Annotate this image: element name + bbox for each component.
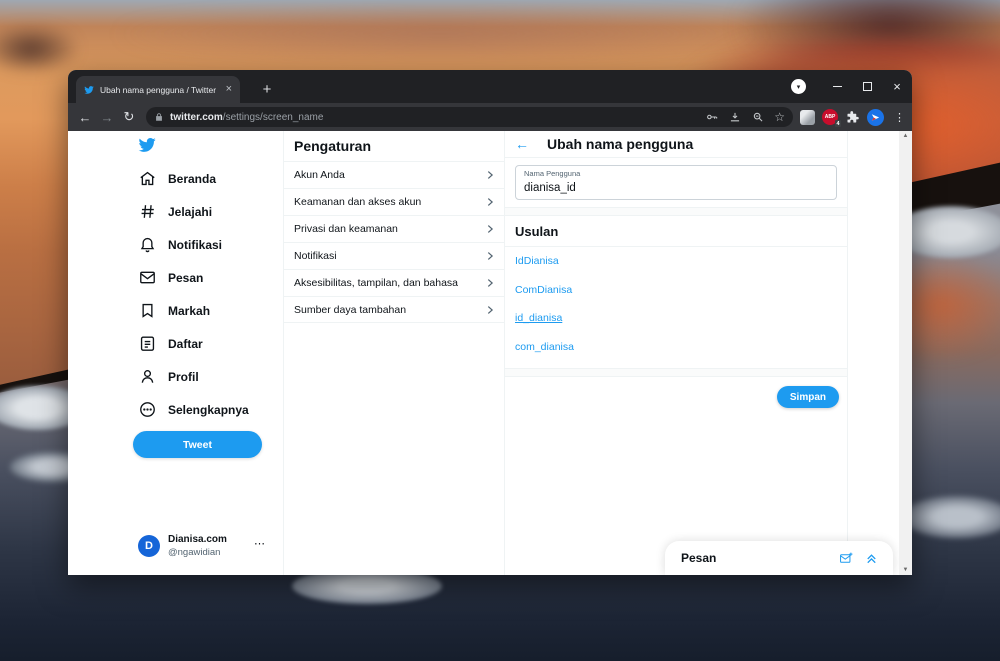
browser-toolbar: ← → ↻ twitter.com/settings/screen_name ☆… [68,103,912,131]
install-icon[interactable] [728,110,742,124]
messages-label: Pesan [681,551,716,565]
forward-icon[interactable]: → [96,110,118,125]
list-icon [138,334,157,353]
browser-update-icon[interactable]: ▾ [791,79,806,94]
twitter-sidebar: Beranda Jelajahi Notifikasi Pesan Markah… [68,131,283,575]
home-icon [138,169,157,188]
username-input[interactable] [524,181,828,194]
bell-icon [138,235,157,254]
more-circle-icon [138,400,157,419]
browser-menu-icon[interactable]: ⋮ [894,111,905,124]
sidebar-item-daftar[interactable]: Daftar [138,327,278,360]
browser-window: Ubah nama pengguna / Twitter × + ▾ × ← →… [68,70,912,575]
back-arrow-icon[interactable]: ← [515,136,529,152]
suggestion-link[interactable]: ComDianisa [505,276,847,305]
tab-strip: Ubah nama pengguna / Twitter × + ▾ × [68,70,912,103]
adblock-extension-icon[interactable]: ABP4 [822,109,838,125]
settings-item-aksesibilitas[interactable]: Aksesibilitas, tampilan, dan bahasa [284,269,504,296]
scroll-down-icon[interactable]: ▼ [903,567,909,573]
messages-drawer[interactable]: Pesan [665,541,893,575]
section-divider [505,368,847,377]
window-maximize-button[interactable] [852,70,882,103]
bookmark-icon [138,301,157,320]
sidebar-item-selengkapnya[interactable]: Selengkapnya [138,393,278,426]
url-host: twitter.com [170,112,223,123]
twitter-favicon [84,85,94,95]
chevron-right-icon [484,196,496,208]
settings-column: Pengaturan Akun Anda Keamanan dan akses … [283,131,505,575]
chevron-right-icon [484,223,496,235]
browser-tab[interactable]: Ubah nama pengguna / Twitter × [76,76,240,103]
sidebar-item-markah[interactable]: Markah [138,294,278,327]
person-icon [138,367,157,386]
back-icon[interactable]: ← [74,110,96,125]
window-minimize-button[interactable] [822,70,852,103]
chevron-right-icon [484,304,496,316]
sidebar-item-beranda[interactable]: Beranda [138,162,278,195]
panel-header: ← Ubah nama pengguna [505,131,847,158]
twitter-logo-icon[interactable] [138,136,156,159]
sidebar-item-pesan[interactable]: Pesan [138,261,278,294]
adblock-badge: 4 [835,120,841,127]
sidebar-profile[interactable]: D Dianisa.com @ngawidian [138,534,268,558]
username-field-label: Nama Pengguna [524,169,828,178]
url-text: twitter.com/settings/screen_name [170,112,699,123]
lock-icon [154,112,164,122]
section-divider [505,207,847,216]
settings-item-sumber-daya[interactable]: Sumber daya tambahan [284,296,504,323]
new-message-icon[interactable] [839,551,854,566]
suggestion-link[interactable]: IdDianisa [505,247,847,276]
reload-icon[interactable]: ↻ [118,109,140,125]
sidebar-item-profil[interactable]: Profil [138,360,278,393]
chevron-right-icon [484,277,496,289]
cloud-shape [120,8,760,60]
avatar: D [138,535,160,557]
chevron-right-icon [484,169,496,181]
suggestion-link[interactable]: id_dianisa [505,304,847,333]
profile-name: Dianisa.com [168,534,227,547]
save-row: Simpan [505,377,847,408]
envelope-icon [138,268,157,287]
browser-profile-avatar[interactable] [867,109,884,126]
extensions-puzzle-icon[interactable] [845,110,860,125]
bookmark-star-icon[interactable]: ☆ [774,111,785,123]
sidebar-item-notifikasi[interactable]: Notifikasi [138,228,278,261]
expand-messages-icon[interactable] [864,551,879,566]
change-username-panel: ← Ubah nama pengguna Nama Pengguna Usula… [505,131,848,575]
screenshot-extension-icon[interactable] [800,110,815,125]
new-tab-button[interactable]: + [256,78,278,100]
page-scrollbar[interactable]: ▲ ▼ [899,131,912,575]
save-button[interactable]: Simpan [777,386,839,408]
suggestion-link[interactable]: com_dianisa [505,333,847,362]
scroll-up-icon[interactable]: ▲ [903,133,909,139]
settings-item-notifikasi[interactable]: Notifikasi [284,242,504,269]
settings-item-keamanan[interactable]: Keamanan dan akses akun [284,188,504,215]
settings-item-privasi[interactable]: Privasi dan keamanan [284,215,504,242]
tab-close-icon[interactable]: × [226,84,232,95]
tab-title: Ubah nama pengguna / Twitter [100,85,220,95]
twitter-page: Beranda Jelajahi Notifikasi Pesan Markah… [68,131,912,575]
window-close-button[interactable]: × [882,70,912,103]
address-bar[interactable]: twitter.com/settings/screen_name ☆ [146,107,793,127]
password-key-icon[interactable] [705,110,719,124]
suggestions-title: Usulan [505,216,847,247]
hashtag-icon [138,202,157,221]
sidebar-item-jelajahi[interactable]: Jelajahi [138,195,278,228]
settings-title: Pengaturan [284,131,504,161]
profile-more-icon[interactable]: ⋯ [254,537,266,550]
chevron-right-icon [484,250,496,262]
settings-item-akun-anda[interactable]: Akun Anda [284,161,504,188]
tweet-button[interactable]: Tweet [133,431,262,458]
username-field-wrapper: Nama Pengguna [515,165,837,200]
panel-title: Ubah nama pengguna [547,136,693,152]
profile-handle: @ngawidian [168,547,227,558]
cloud-shape [0,26,76,72]
zoom-out-icon[interactable] [751,110,765,124]
url-path: /settings/screen_name [223,112,324,123]
adblock-label: ABP [825,114,836,120]
